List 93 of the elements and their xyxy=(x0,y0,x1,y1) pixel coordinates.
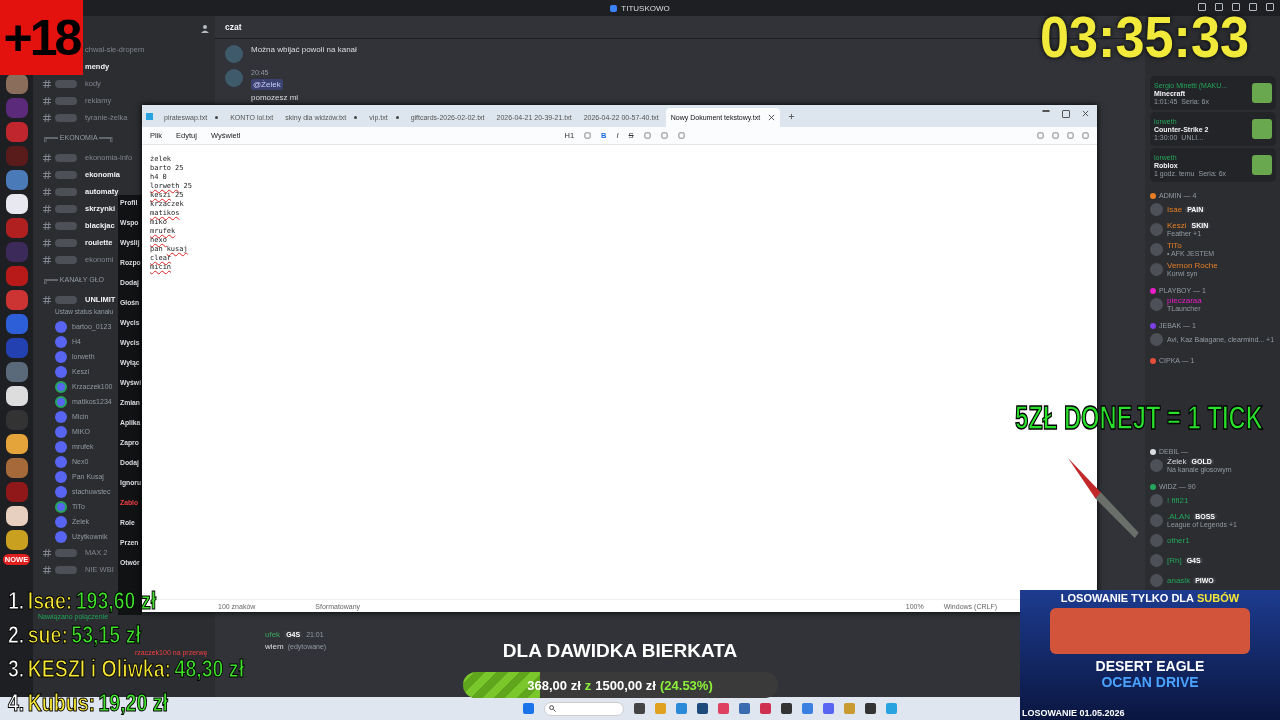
user-avatar xyxy=(225,69,243,87)
emoji-icon xyxy=(55,221,77,230)
user-avatar xyxy=(1150,332,1163,346)
user-avatar xyxy=(1150,262,1163,276)
emoji-icon xyxy=(55,204,77,213)
hash-icon xyxy=(43,565,51,574)
member-name[interactable]: .ALAN xyxy=(1167,512,1191,521)
taskbar-app-icon[interactable] xyxy=(865,703,876,714)
taskbar-app-icon[interactable] xyxy=(823,703,834,714)
taskbar-app-icon[interactable] xyxy=(634,703,645,714)
user-avatar xyxy=(1150,513,1163,527)
unsaved-dot xyxy=(215,116,219,119)
member-name[interactable]: other1 xyxy=(1167,535,1190,545)
hash-icon xyxy=(43,255,51,264)
member-name[interactable]: ! fifi21 xyxy=(1167,495,1189,505)
member-name[interactable]: anasik xyxy=(1167,575,1191,585)
member-name[interactable]: Żelek xyxy=(1167,457,1187,466)
new-tab-icon[interactable] xyxy=(788,112,796,120)
app-icon xyxy=(610,4,618,12)
giveaway-title: LOSOWANIE TYLKO DLA SUBÓW xyxy=(1060,592,1240,604)
add-user-icon[interactable] xyxy=(201,24,210,33)
emoji-icon xyxy=(55,295,77,304)
emoji-icon xyxy=(55,153,77,162)
age-badge: +18 xyxy=(0,0,83,75)
emoji-icon xyxy=(55,238,77,247)
message-text: wiem xyxy=(265,642,284,651)
server-icon[interactable] xyxy=(5,194,28,214)
item-name: DESERT EAGLE xyxy=(1095,658,1205,674)
server-icon[interactable] xyxy=(5,434,28,454)
hash-icon xyxy=(43,96,51,105)
user-avatar xyxy=(1150,573,1163,587)
message-author[interactable]: ufek xyxy=(265,630,281,639)
user-avatar xyxy=(1150,297,1163,311)
leaderboard-entry: 4.Kubus:19,20 zł xyxy=(8,690,168,716)
hash-icon xyxy=(43,548,51,557)
user-avatar xyxy=(1150,242,1163,256)
hash-icon xyxy=(43,187,51,196)
emoji-icon xyxy=(55,96,77,105)
unsaved-dot xyxy=(395,116,399,119)
channel-title: czat xyxy=(225,22,242,32)
member-name[interactable]: Keszi xyxy=(1167,221,1187,230)
hash-icon xyxy=(43,79,51,88)
member-name[interactable]: pieczaraa xyxy=(1167,296,1202,305)
user-avatar xyxy=(1150,222,1163,236)
hash-icon xyxy=(43,153,51,162)
emoji-icon xyxy=(55,79,77,88)
hash-icon xyxy=(43,113,51,122)
emoji-icon xyxy=(55,187,77,196)
mention-link[interactable]: @Żelek xyxy=(251,79,283,90)
server-icon[interactable] xyxy=(5,506,28,526)
leaderboard-entry: 3.KESZI i Oliwka:48,30 zł xyxy=(8,656,245,682)
user-avatar xyxy=(1150,493,1163,507)
notepad-icon xyxy=(146,112,153,120)
hash-icon xyxy=(43,295,51,304)
hash-icon xyxy=(43,221,51,230)
search-icon xyxy=(549,705,556,712)
server-icon[interactable] xyxy=(5,386,28,406)
user-avatar xyxy=(225,45,243,63)
user-avatar xyxy=(1150,202,1163,216)
hash-icon xyxy=(43,204,51,213)
skin-name: OCEAN DRIVE xyxy=(1101,674,1199,690)
member-name[interactable]: [Rh] xyxy=(1167,555,1182,565)
user-avatar xyxy=(1150,533,1163,547)
start-icon[interactable] xyxy=(523,703,534,714)
user-avatar xyxy=(1150,553,1163,567)
member-name[interactable]: Vernon Roche xyxy=(1167,261,1218,270)
taskbar-app-icon[interactable] xyxy=(781,703,792,714)
member-name[interactable]: Isae xyxy=(1167,204,1183,214)
message-text: Można wbijać powoli na kanał xyxy=(251,45,357,54)
goal-title: DLA DAWIDKA BIERKATA xyxy=(502,640,738,662)
taskbar-app-icon[interactable] xyxy=(697,703,708,714)
member-name[interactable]: TiTo xyxy=(1167,241,1182,250)
game-icon xyxy=(1252,155,1272,175)
taskbar-app-icon[interactable] xyxy=(760,703,771,714)
emoji-icon xyxy=(55,113,77,122)
search-field[interactable] xyxy=(544,701,624,716)
emoji-icon xyxy=(55,548,77,557)
hash-icon xyxy=(43,170,51,179)
unsaved-dot xyxy=(354,116,358,119)
stream-timer: 03:35:33 xyxy=(1040,10,1249,64)
user-avatar xyxy=(1150,458,1163,472)
giveaway-date: LOSOWANIE 01.05.2026 xyxy=(1022,708,1125,718)
emoji-icon xyxy=(55,565,77,574)
server-icon[interactable] xyxy=(5,530,28,550)
emoji-icon xyxy=(55,170,77,179)
game-icon xyxy=(1252,83,1272,103)
game-icon xyxy=(1252,119,1272,139)
leaderboard-entry: 2.sue:53,15 zł xyxy=(8,622,141,648)
window-title: TITUSKOWO xyxy=(621,3,670,13)
taskbar-app-icon[interactable] xyxy=(739,703,750,714)
message-text: pomozesz mi xyxy=(251,93,299,102)
hash-icon xyxy=(43,238,51,247)
emoji-icon xyxy=(55,255,77,264)
